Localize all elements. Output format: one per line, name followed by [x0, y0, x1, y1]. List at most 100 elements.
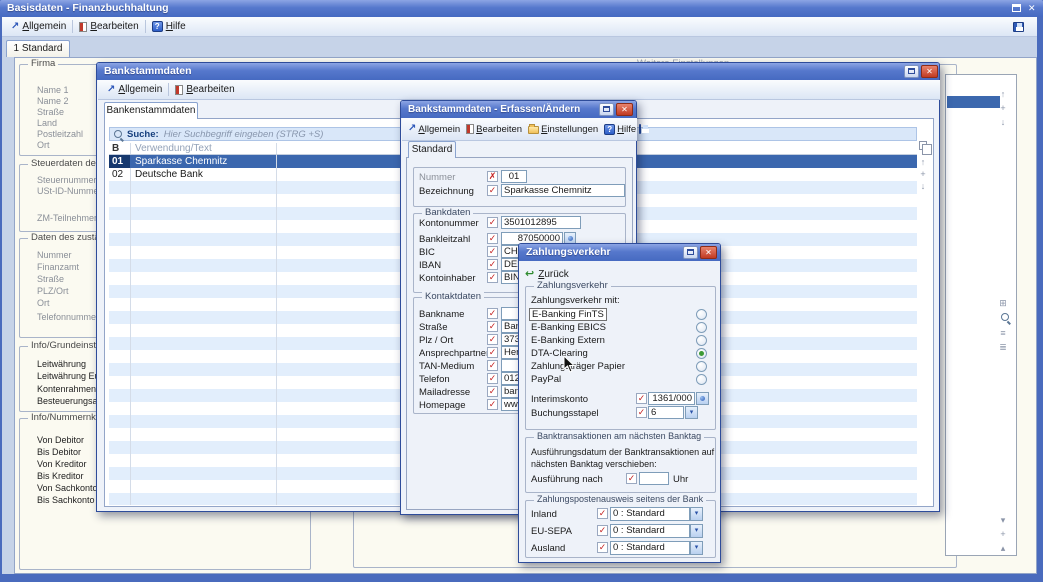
menu-allgemein[interactable]: ↗ Allgemein [101, 80, 168, 99]
check-state-icon[interactable]: ✓ [487, 308, 498, 319]
menu-bearbeiten[interactable]: Bearbeiten [169, 80, 240, 99]
maximize-icon[interactable] [1012, 4, 1021, 12]
interimskonto-input[interactable]: 1361/000 [648, 392, 695, 405]
restore-button[interactable] [904, 65, 919, 78]
check-state-icon[interactable]: ✓ [487, 399, 498, 410]
row-id: 02 [109, 168, 131, 181]
kontonummer-input[interactable]: 3501012895 [501, 216, 581, 229]
column-header[interactable]: Verwendung/Text [131, 143, 277, 154]
tab-standard[interactable]: 1 Standard [6, 40, 70, 57]
lookup-button[interactable] [696, 392, 709, 405]
radio-e-banking-fints[interactable] [696, 309, 707, 320]
column-header[interactable]: B [109, 143, 131, 154]
field-label: Von Kreditor [37, 459, 87, 470]
caret-up-icon[interactable]: ▴ [996, 543, 1010, 553]
check-state-icon[interactable]: ✓ [487, 373, 498, 384]
menu-allgemein[interactable]: ↗ Allgemein [405, 118, 463, 140]
close-button[interactable]: ✕ [921, 65, 938, 78]
eu-sepa-dropdown[interactable]: 0 : Standard ▾ [610, 524, 703, 538]
buchungsstapel-input[interactable]: 6 [648, 406, 684, 419]
menu-bearbeiten[interactable]: Bearbeiten [73, 17, 144, 36]
window-titlebar[interactable]: Bankstammdaten [97, 63, 939, 80]
check-state-icon[interactable]: ✓ [636, 407, 647, 418]
dropdown-button[interactable]: ▾ [685, 406, 698, 419]
field-label: Telefon [419, 374, 450, 385]
check-state-icon[interactable]: ✓ [487, 233, 498, 244]
field-label: Leitwährung [37, 359, 86, 370]
save-icon[interactable] [1013, 22, 1024, 32]
check-state-icon[interactable]: ✓ [487, 386, 498, 397]
menu-label: Einstellungen [541, 124, 598, 135]
check-state-icon[interactable]: ✓ [487, 334, 498, 345]
nummer-input[interactable]: 01 [501, 170, 527, 183]
side-list-selected-row[interactable] [947, 96, 1000, 108]
option-label-dta[interactable]: DTA-Clearing [531, 348, 588, 359]
window-title: Zahlungsverkehr [526, 246, 611, 258]
radio-zahlungstraeger-papier[interactable] [696, 361, 707, 372]
edit-page-icon [175, 85, 183, 95]
inland-dropdown[interactable]: 0 : Standard ▾ [610, 507, 703, 521]
scroll-bottom-icon[interactable]: ↓ [916, 181, 930, 191]
arrow-ne-icon: ↗ [11, 22, 19, 32]
move-icon[interactable]: + [916, 169, 930, 179]
close-button[interactable]: ✕ [700, 246, 717, 259]
menu-bearbeiten[interactable]: Bearbeiten [463, 118, 525, 140]
list-icon[interactable]: ≡ [996, 328, 1010, 338]
copy-icon[interactable] [919, 141, 927, 150]
radio-e-banking-extern[interactable] [696, 335, 707, 346]
scroll-top-icon[interactable]: ↑ [996, 89, 1010, 99]
option-label-paypal[interactable]: PayPal [531, 374, 561, 385]
ausfuehrung-input[interactable] [639, 472, 669, 485]
option-label-fints[interactable]: E-Banking FinTS [529, 308, 607, 321]
option-label-extern[interactable]: E-Banking Extern [531, 335, 605, 346]
move-icon[interactable]: + [996, 103, 1010, 113]
menu-hilfe[interactable]: ? Hilfe [146, 17, 192, 36]
save-icon[interactable] [639, 124, 641, 134]
check-state-icon[interactable]: ✓ [487, 217, 498, 228]
radio-paypal[interactable] [696, 374, 707, 385]
check-state-icon[interactable]: ✓ [487, 272, 498, 283]
ausland-dropdown[interactable]: 0 : Standard ▾ [610, 541, 703, 555]
menu-hilfe[interactable]: ? Hilfe [601, 118, 639, 140]
move-icon[interactable]: + [996, 529, 1010, 539]
menu-einstellungen[interactable]: Einstellungen [525, 118, 601, 140]
check-state-icon[interactable]: ✓ [597, 508, 608, 519]
arrow-ne-icon: ↗ [408, 124, 416, 134]
check-state-icon[interactable]: ✓ [636, 393, 647, 404]
check-state-icon[interactable]: ✓ [487, 185, 498, 196]
scroll-top-icon[interactable]: ↑ [916, 157, 930, 167]
restore-button[interactable] [599, 103, 614, 116]
uhr-label: Uhr [673, 474, 688, 485]
search-icon [114, 130, 122, 138]
field-label: EU-SEPA [531, 526, 572, 537]
check-state-icon[interactable]: ✓ [597, 542, 608, 553]
field-label: Bankleitzahl [419, 234, 470, 245]
tab-bankenstammdaten[interactable]: Bankenstammdaten [104, 102, 198, 119]
field-label: Bis Debitor [37, 447, 81, 458]
caret-down-icon[interactable]: ▾ [996, 515, 1010, 525]
check-state-icon[interactable]: ✓ [487, 246, 498, 257]
check-state-icon[interactable]: ✓ [487, 347, 498, 358]
cross-state-icon[interactable]: ✗ [487, 171, 498, 182]
check-state-icon[interactable]: ✓ [487, 259, 498, 270]
grid-icon[interactable]: ⊞ [996, 298, 1010, 308]
restore-button[interactable] [683, 246, 698, 259]
menu-allgemein[interactable]: ↗ Allgemein [5, 17, 72, 36]
tab-standard[interactable]: Standard [408, 141, 456, 158]
close-icon[interactable]: ✕ [1028, 3, 1036, 13]
check-state-icon[interactable]: ✓ [487, 360, 498, 371]
option-label-ebics[interactable]: E-Banking EBICS [531, 322, 606, 333]
bezeichnung-input[interactable]: Sparkasse Chemnitz [501, 184, 625, 197]
option-label-papier[interactable]: Zahlungsträger Papier [531, 361, 625, 372]
scroll-bottom-icon[interactable]: ↓ [996, 117, 1010, 127]
check-state-icon[interactable]: ✓ [487, 321, 498, 332]
rows-icon[interactable]: ≣ [996, 342, 1010, 352]
check-state-icon[interactable]: ✓ [597, 525, 608, 536]
field-label: Nummer [37, 250, 72, 261]
radio-e-banking-ebics[interactable] [696, 322, 707, 333]
check-state-icon[interactable]: ✓ [626, 473, 637, 484]
zoom-icon[interactable] [998, 313, 1012, 323]
app-window: Basisdaten - Finanzbuchhaltung ✕ ↗ Allge… [0, 0, 1043, 582]
radio-dta-clearing[interactable] [696, 348, 707, 359]
close-button[interactable]: ✕ [616, 103, 633, 116]
